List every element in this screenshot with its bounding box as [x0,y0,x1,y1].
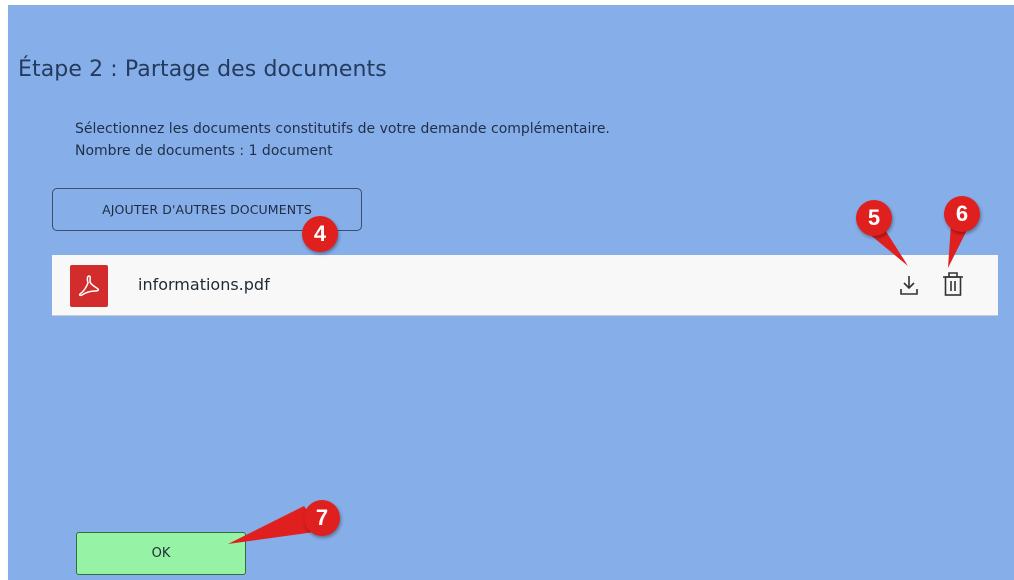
instructions: Sélectionnez les documents constitutifs … [75,118,610,162]
annotation-marker-5: 5 [856,200,892,236]
ok-button[interactable]: OK [76,532,246,575]
annotation-marker-6: 6 [944,196,980,232]
trash-icon[interactable] [942,271,964,297]
page-title: Étape 2 : Partage des documents [18,57,387,82]
file-name[interactable]: informations.pdf [138,275,270,294]
annotation-marker-4: 4 [302,216,338,252]
document-count: Nombre de documents : 1 document [75,143,333,159]
instruction-text: Sélectionnez les documents constitutifs … [75,121,610,137]
annotation-marker-7: 7 [304,500,340,536]
file-row: informations.pdf [52,255,998,316]
pdf-icon [70,265,108,307]
download-icon[interactable] [898,273,920,297]
